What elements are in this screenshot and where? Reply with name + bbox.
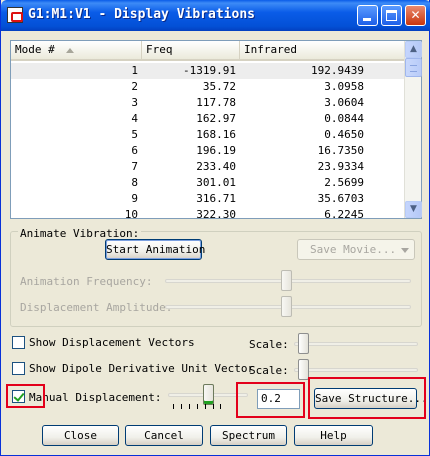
infrared-cell: 35.6703: [317, 192, 364, 205]
table-row[interactable]: 5 168.16 0.4650: [11, 127, 406, 143]
table-row[interactable]: 4 162.97 0.0844: [11, 111, 406, 127]
mode-cell: 3: [131, 96, 138, 109]
list-scrollbar[interactable]: ▲ ▼: [404, 41, 422, 218]
chevron-down-icon: [401, 248, 409, 253]
sort-arrow-icon: [66, 48, 74, 53]
column-header-infrared-label: Infrared: [244, 43, 297, 56]
show-dipole-label: Show Dipole Derivative Unit Vector: [29, 362, 255, 375]
table-row[interactable]: 3 117.78 3.0604: [11, 95, 406, 111]
manual-displacement-thumb[interactable]: [203, 384, 214, 405]
save-movie-label: Save Movie...: [310, 243, 397, 256]
close-window-button[interactable]: ✕: [405, 5, 426, 26]
vectors-scale-label: Scale:: [249, 338, 289, 351]
highlight-manual-checkbox: [6, 384, 45, 408]
help-button[interactable]: Help: [294, 425, 373, 446]
close-icon: ✕: [410, 8, 421, 22]
freq-cell: 162.97: [196, 112, 236, 125]
mode-cell: 7: [131, 160, 138, 173]
app-icon: [7, 7, 23, 23]
infrared-cell: 23.9334: [317, 160, 364, 173]
animation-frequency-thumb[interactable]: [281, 270, 292, 291]
scroll-up-button[interactable]: ▲: [405, 41, 422, 58]
list-header: Mode # Freq Infrared: [11, 41, 406, 61]
infrared-cell: 3.0958: [324, 80, 364, 93]
close-button[interactable]: Close: [42, 425, 119, 446]
mode-cell: 6: [131, 144, 138, 157]
infrared-cell: 192.9439: [311, 64, 364, 77]
table-row[interactable]: 8 301.01 2.5699: [11, 175, 406, 191]
infrared-cell: 2.5699: [324, 176, 364, 189]
window-title: G1:M1:V1 - Display Vibrations: [28, 7, 255, 22]
infrared-cell: 0.4650: [324, 128, 364, 141]
column-header-freq-label: Freq: [146, 43, 173, 56]
minimize-button[interactable]: [357, 5, 378, 26]
animation-frequency-label: Animation Frequency:: [20, 275, 153, 288]
column-header-mode[interactable]: Mode #: [11, 41, 142, 59]
vectors-scale-thumb[interactable]: [298, 333, 309, 354]
vibration-list[interactable]: Mode # Freq Infrared 1 -1319.91 192.9439 2…: [10, 40, 422, 219]
maximize-icon: [386, 10, 397, 21]
infrared-cell: 16.7350: [317, 144, 364, 157]
spectrum-button[interactable]: Spectrum: [210, 425, 287, 446]
dipole-scale-slider[interactable]: [294, 368, 418, 372]
infrared-cell: 6.2245: [324, 208, 364, 218]
mode-cell: 1: [131, 64, 138, 77]
mode-cell: 5: [131, 128, 138, 141]
freq-cell: 196.19: [196, 144, 236, 157]
cancel-button[interactable]: Cancel: [125, 425, 203, 446]
column-header-freq[interactable]: Freq: [142, 41, 240, 59]
table-row[interactable]: 10 322.30 6.2245: [11, 207, 406, 218]
save-movie-dropdown[interactable]: Save Movie...: [297, 239, 415, 260]
show-displacement-vectors-label: Show Displacement Vectors: [29, 336, 195, 349]
scroll-thumb[interactable]: [405, 58, 422, 77]
mode-cell: 8: [131, 176, 138, 189]
table-row[interactable]: 7 233.40 23.9334: [11, 159, 406, 175]
freq-cell: 322.30: [196, 208, 236, 218]
freq-cell: 168.16: [196, 128, 236, 141]
displacement-amplitude-thumb[interactable]: [281, 296, 292, 317]
slider-ticks: [173, 404, 221, 410]
list-rows: 1 -1319.91 192.9439 2 35.72 3.0958 3 117.78 3.…: [11, 63, 406, 218]
table-row[interactable]: 2 35.72 3.0958: [11, 79, 406, 95]
title-bar[interactable]: G1:M1:V1 - Display Vibrations ✕: [1, 0, 430, 31]
dipole-scale-label: Scale:: [249, 364, 289, 377]
mode-cell: 9: [131, 192, 138, 205]
freq-cell: 35.72: [202, 80, 236, 93]
mode-cell: 10: [124, 208, 138, 218]
freq-cell: 233.40: [196, 160, 236, 173]
highlight-value-input: [236, 382, 305, 418]
table-row[interactable]: 9 316.71 35.6703: [11, 191, 406, 207]
display-vibrations-window: G1:M1:V1 - Display Vibrations ✕ Mode # F…: [0, 0, 430, 456]
freq-cell: 301.01: [196, 176, 236, 189]
table-row[interactable]: 6 196.19 16.7350: [11, 143, 406, 159]
scroll-down-button[interactable]: ▼: [405, 201, 422, 218]
highlight-save-structure: [308, 377, 426, 419]
freq-cell: -1319.91: [183, 64, 236, 77]
minimize-icon: [363, 18, 371, 21]
displacement-amplitude-label: Displacement Amplitude:: [20, 301, 173, 314]
show-dipole-checkbox[interactable]: [12, 362, 25, 375]
column-header-infrared[interactable]: Infrared: [240, 41, 406, 59]
infrared-cell: 3.0604: [324, 96, 364, 109]
freq-cell: 117.78: [196, 96, 236, 109]
freq-cell: 316.71: [196, 192, 236, 205]
table-row[interactable]: 1 -1319.91 192.9439: [11, 63, 406, 79]
infrared-cell: 0.0844: [324, 112, 364, 125]
vectors-scale-slider[interactable]: [294, 342, 418, 346]
mode-cell: 2: [131, 80, 138, 93]
start-animation-button[interactable]: Start Animation: [105, 239, 205, 260]
maximize-button[interactable]: [381, 5, 402, 26]
mode-cell: 4: [131, 112, 138, 125]
show-displacement-vectors-checkbox[interactable]: [12, 336, 25, 349]
column-header-mode-label: Mode #: [15, 43, 55, 56]
manual-displacement-label: Manual Displacement:: [29, 391, 162, 404]
